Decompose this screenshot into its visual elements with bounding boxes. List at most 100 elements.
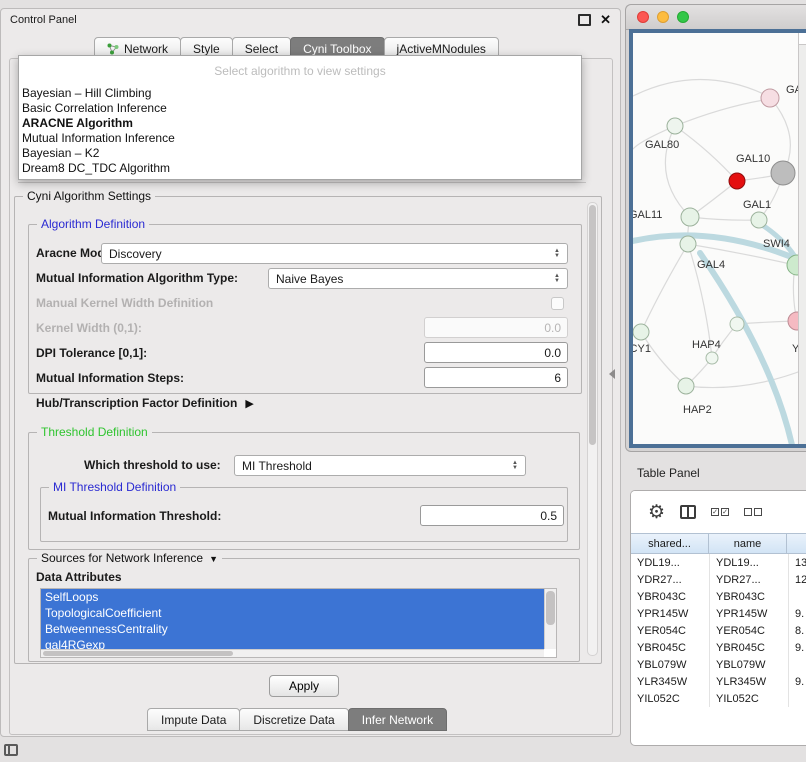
attributes-horizontal-scrollbar[interactable] <box>41 649 544 657</box>
hub-definition-expander[interactable]: Hub/Transcription Factor Definition ▶ <box>36 396 254 410</box>
algorithm-option[interactable]: ARACNE Algorithm <box>19 116 581 131</box>
apply-button[interactable]: Apply <box>269 675 339 697</box>
sources-expander[interactable]: Sources for Network Inference▼ <box>37 551 222 565</box>
table-cell: YPR145W <box>631 605 710 622</box>
node-label: HAP2 <box>683 404 712 416</box>
panel-collapse-arrow-icon[interactable] <box>609 369 615 379</box>
table-row[interactable]: YBR043CYBR043C <box>631 588 806 605</box>
column-header[interactable] <box>786 533 806 554</box>
network-node[interactable] <box>678 378 694 394</box>
node-label: GAL80 <box>645 139 679 151</box>
tab-label: Impute Data <box>161 713 226 727</box>
network-canvas[interactable]: GAL80GAL10GAL11GAL1SWI4GAL4GCY1HAP4HAP2G… <box>629 29 806 448</box>
restore-panel-icon[interactable] <box>4 744 18 756</box>
expand-right-icon: ▶ <box>245 397 253 410</box>
network-edge[interactable] <box>686 369 806 388</box>
table-cell: YER054C <box>710 622 789 639</box>
column-header[interactable]: shared... <box>630 533 709 554</box>
table-cell: YBR043C <box>710 588 789 605</box>
float-window-icon[interactable] <box>578 14 591 26</box>
table-cell: YIL052C <box>631 690 710 707</box>
mi-type-select[interactable]: Naive Bayes ▲▼ <box>268 268 568 289</box>
network-window-titlebar <box>626 5 806 30</box>
table-body: YDL19...YDL19...13...YDR27...YDR27...12.… <box>631 554 806 707</box>
columns-icon[interactable] <box>680 505 696 519</box>
data-attributes-list[interactable]: SelfLoopsTopologicalCoefficientBetweenne… <box>40 588 557 658</box>
show-columns-icon[interactable]: ✓✓ <box>711 508 729 516</box>
network-node[interactable] <box>706 352 718 364</box>
table-row[interactable]: YDR27...YDR27...12... <box>631 571 806 588</box>
tab-discretize-data[interactable]: Discretize Data <box>239 708 348 731</box>
table-row[interactable]: YPR145WYPR145W9. <box>631 605 806 622</box>
selected-value: Naive Bayes <box>276 272 550 286</box>
scroll-up-arrow[interactable] <box>799 33 806 45</box>
table-cell: YDR27... <box>710 571 789 588</box>
table-cell: YLR345W <box>631 673 710 690</box>
kernel-width-field[interactable]: 0.0 <box>424 317 568 338</box>
table-row[interactable]: YBL079WYBL079W <box>631 656 806 673</box>
network-edge[interactable] <box>675 126 737 181</box>
mi-steps-field[interactable]: 6 <box>424 367 568 388</box>
cyni-algorithm-settings-group: Cyni Algorithm Settings Algorithm Defini… <box>14 196 602 664</box>
network-edge[interactable] <box>633 80 768 97</box>
scrollbar-thumb[interactable] <box>589 205 596 445</box>
tab-infer-network[interactable]: Infer Network <box>348 708 447 731</box>
algorithm-option[interactable]: Basic Correlation Inference <box>19 101 581 116</box>
table-cell: 9. <box>789 639 806 656</box>
data-attribute-item[interactable]: TopologicalCoefficient <box>41 605 544 621</box>
dpi-tolerance-field[interactable]: 0.0 <box>424 342 568 363</box>
network-edge[interactable] <box>675 99 770 126</box>
settings-scrollbar[interactable] <box>587 202 598 656</box>
table-row[interactable]: YLR345WYLR345W9. <box>631 673 806 690</box>
group-title: MI Threshold Definition <box>49 480 180 494</box>
hide-columns-icon[interactable] <box>744 508 762 516</box>
table-cell: YBL079W <box>710 656 789 673</box>
manual-kernel-checkbox[interactable] <box>551 297 564 310</box>
tab-label: Discretize Data <box>253 713 334 727</box>
algorithm-option[interactable]: Mutual Information Inference <box>19 131 581 146</box>
close-traffic-light-icon[interactable] <box>637 11 649 23</box>
table-row[interactable]: YDL19...YDL19...13... <box>631 554 806 571</box>
table-row[interactable]: YBR045CYBR045C9. <box>631 639 806 656</box>
network-edge[interactable] <box>641 244 688 332</box>
aracne-mode-select[interactable]: Discovery ▲▼ <box>101 243 568 264</box>
manual-kernel-label: Manual Kernel Width Definition <box>36 296 213 310</box>
network-node[interactable] <box>771 161 795 185</box>
attributes-vertical-scrollbar[interactable] <box>544 589 556 649</box>
data-attribute-item[interactable]: SelfLoops <box>41 589 544 605</box>
table-cell: YBR043C <box>631 588 710 605</box>
data-attribute-item[interactable]: BetweennessCentrality <box>41 621 544 637</box>
close-icon[interactable]: ✕ <box>600 15 611 25</box>
network-edge[interactable] <box>641 332 686 386</box>
zoom-traffic-light-icon[interactable] <box>677 11 689 23</box>
table-row[interactable]: YIL052CYIL052C <box>631 690 806 707</box>
network-edge[interactable] <box>690 217 759 220</box>
algorithm-option[interactable]: Dream8 DC_TDC Algorithm <box>19 161 581 176</box>
updown-arrows-icon: ▲▼ <box>554 274 560 284</box>
network-node[interactable] <box>751 212 767 228</box>
algorithm-option[interactable]: Bayesian – K2 <box>19 146 581 161</box>
which-threshold-select[interactable]: MI Threshold ▲▼ <box>234 455 526 476</box>
table-cell: YBR045C <box>710 639 789 656</box>
mi-threshold-field[interactable]: 0.5 <box>420 505 564 526</box>
sources-group: Sources for Network Inference▼ Data Attr… <box>28 558 580 662</box>
network-node[interactable] <box>633 324 649 340</box>
canvas-scrollbar[interactable] <box>798 33 806 444</box>
column-header[interactable]: name <box>708 533 787 554</box>
network-node[interactable] <box>730 317 744 331</box>
minimize-traffic-light-icon[interactable] <box>657 11 669 23</box>
selected-value: MI Threshold <box>242 459 508 473</box>
network-node[interactable] <box>667 118 683 134</box>
algorithm-option[interactable]: Bayesian – Hill Climbing <box>19 86 581 101</box>
node-label: GAL10 <box>736 153 770 165</box>
tab-impute-data[interactable]: Impute Data <box>147 708 240 731</box>
network-node[interactable] <box>681 208 699 226</box>
node-label: GAL1 <box>743 199 771 211</box>
network-node[interactable] <box>680 236 696 252</box>
network-node[interactable] <box>729 173 745 189</box>
network-node[interactable] <box>761 89 779 107</box>
table-row[interactable]: YER054CYER054C8. <box>631 622 806 639</box>
gear-icon[interactable]: ⚙ <box>648 503 665 522</box>
table-cell: YIL052C <box>710 690 789 707</box>
node-label: SWI4 <box>763 238 790 250</box>
